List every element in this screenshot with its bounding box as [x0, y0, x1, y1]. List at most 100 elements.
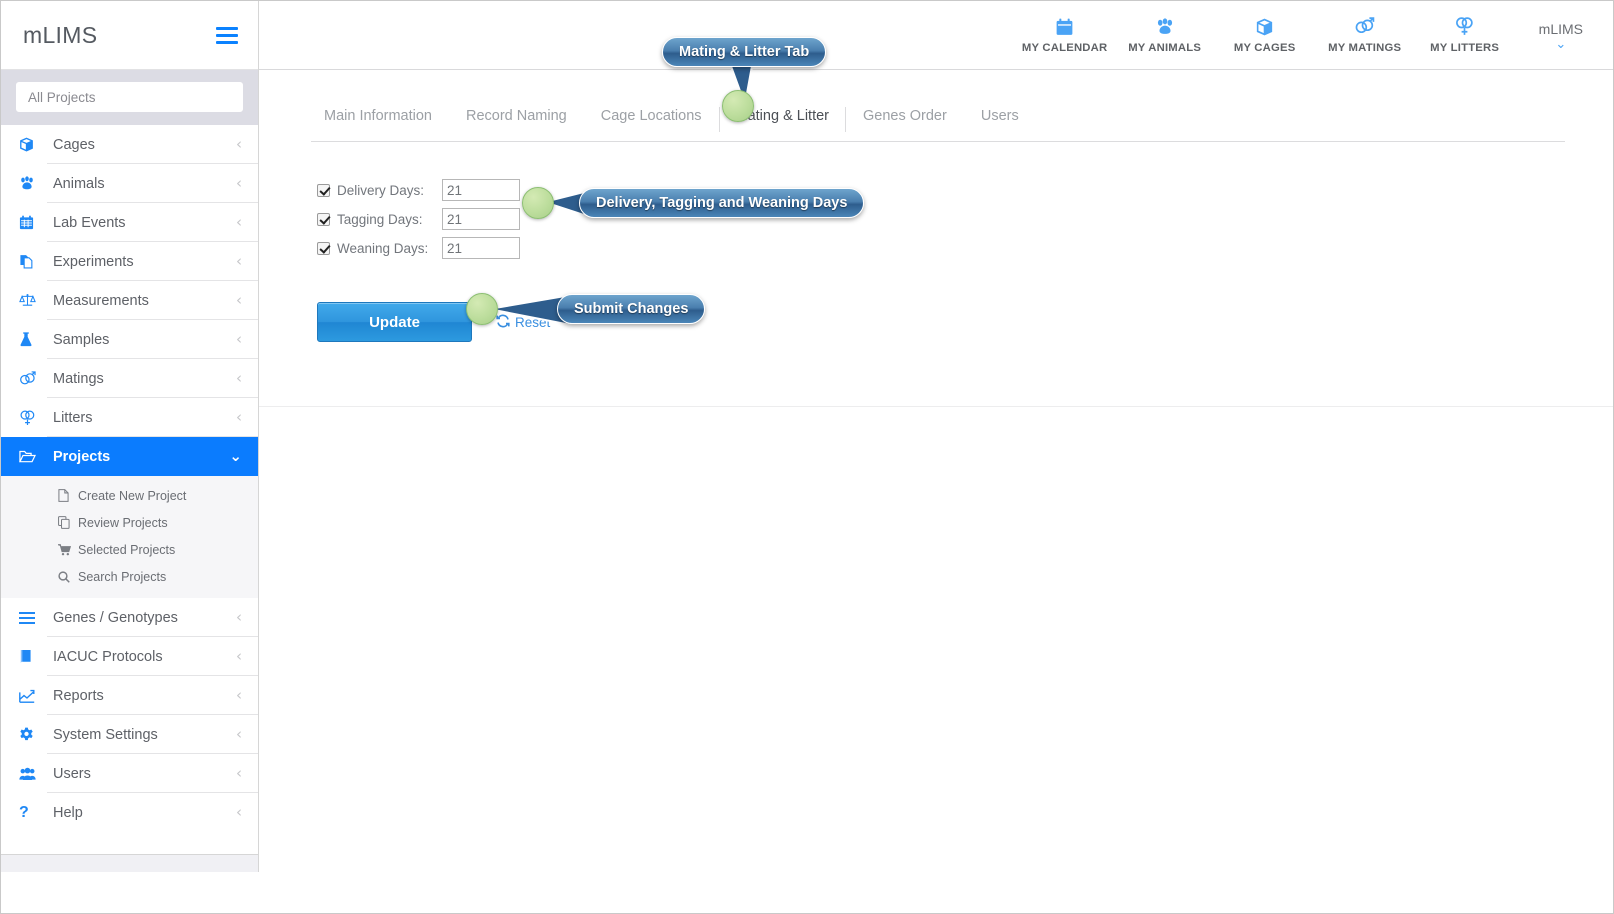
chevron-left-icon: ‹: [236, 135, 242, 153]
delivery-days-checkbox[interactable]: [317, 183, 330, 197]
sidebar-item-iacuc-protocols[interactable]: IACUC Protocols ‹: [1, 637, 258, 676]
tagging-days-label: Tagging Days:: [337, 211, 423, 227]
sidebar-item-label: Users: [53, 765, 91, 782]
sidebar-item-animals[interactable]: Animals ‹: [1, 164, 258, 203]
sidebar-item-label: Lab Events: [53, 214, 126, 231]
paw-icon: [19, 176, 45, 191]
sidebar-item-label: Matings: [53, 370, 104, 387]
weaning-days-input[interactable]: [442, 237, 520, 259]
search-icon: [58, 570, 78, 583]
delivery-days-label: Delivery Days:: [337, 182, 425, 198]
weaning-days-checkbox[interactable]: [317, 241, 330, 255]
sidebar-item-genes-genotypes[interactable]: Genes / Genotypes ‹: [1, 598, 258, 637]
top-link-label: MY CAGES: [1233, 41, 1296, 54]
sidebar-item-label: Experiments: [53, 253, 134, 270]
chevron-left-icon: ‹: [236, 647, 242, 665]
callout-text: Submit Changes: [574, 301, 689, 317]
chart-icon: [19, 689, 45, 703]
sidebar-bottom-strip: [1, 855, 259, 872]
tagging-days-checkbox[interactable]: [317, 212, 330, 226]
chevron-left-icon: ‹: [236, 408, 242, 426]
sidebar-item-label: Genes / Genotypes: [53, 609, 178, 626]
top-link-my-litters[interactable]: MY LITTERS: [1415, 17, 1515, 54]
chevron-down-icon: ⌄: [1555, 36, 1567, 52]
search-input[interactable]: [15, 81, 244, 113]
sidebar-item-users[interactable]: Users ‹: [1, 754, 258, 793]
chevron-left-icon: ‹: [236, 803, 242, 821]
list-icon: [19, 611, 45, 624]
tagging-days-input[interactable]: [442, 208, 520, 230]
sidebar-item-help[interactable]: ? Help ‹: [1, 793, 258, 832]
chevron-left-icon: ‹: [236, 369, 242, 387]
sidebar-item-measurements[interactable]: Measurements ‹: [1, 281, 258, 320]
callout-dot-mating-litter-tab: [722, 90, 754, 122]
sidebar-subitem-label: Selected Projects: [78, 542, 176, 557]
sidebar-item-label: Cages: [53, 136, 95, 153]
sidebar-item-label: Measurements: [53, 292, 149, 309]
sidebar-item-label: System Settings: [53, 726, 158, 743]
sidebar-brand-bar: mLIMS: [1, 1, 258, 70]
top-link-my-animals[interactable]: MY ANIMALS: [1115, 17, 1215, 54]
sidebar-item-label: Reports: [53, 687, 104, 704]
chevron-left-icon: ‹: [236, 213, 242, 231]
chevron-left-icon: ‹: [236, 174, 242, 192]
top-link-my-matings[interactable]: MY MATINGS: [1315, 17, 1415, 54]
sidebar-subitem-label: Search Projects: [78, 569, 167, 584]
document-icon: [19, 254, 45, 269]
cart-icon: [58, 543, 78, 556]
update-button[interactable]: Update: [317, 302, 472, 342]
litter-icon: [19, 410, 45, 426]
callout-text: Delivery, Tagging and Weaning Days: [596, 195, 848, 211]
litter-icon: [1454, 17, 1475, 37]
tab-cage-locations[interactable]: Cage Locations: [584, 108, 719, 133]
users-icon: [19, 767, 45, 781]
sidebar-item-system-settings[interactable]: System Settings ‹: [1, 715, 258, 754]
sidebar-item-label: Projects: [53, 448, 111, 465]
delivery-days-input[interactable]: [442, 179, 520, 201]
chevron-down-icon: ⌄: [229, 447, 242, 465]
top-link-label: MY MATINGS: [1328, 41, 1402, 54]
tab-users[interactable]: Users: [964, 108, 1036, 133]
tab-main-information[interactable]: Main Information: [307, 108, 449, 133]
sidebar-item-experiments[interactable]: Experiments ‹: [1, 242, 258, 281]
sidebar-item-litters[interactable]: Litters ‹: [1, 398, 258, 437]
main-content: Main Information Record Naming Cage Loca…: [259, 70, 1613, 913]
sidebar-search-wrapper: [1, 70, 258, 125]
file-icon: [58, 489, 78, 502]
sidebar-item-reports[interactable]: Reports ‹: [1, 676, 258, 715]
tab-label: Users: [980, 108, 1019, 124]
callout-text: Mating & Litter Tab: [679, 44, 810, 60]
sidebar: mLIMS Cages ‹ Animals ‹: [1, 1, 259, 855]
sidebar-item-samples[interactable]: Samples ‹: [1, 320, 258, 359]
form-row-delivery-days: Delivery Days:: [317, 176, 1613, 204]
callout-bubble-submit-changes: Submit Changes: [557, 294, 706, 324]
callout-dot-submit-changes: [466, 293, 498, 325]
sidebar-item-lab-events[interactable]: Lab Events ‹: [1, 203, 258, 242]
sidebar-subitem-label: Create New Project: [78, 488, 187, 503]
sidebar-nav: Cages ‹ Animals ‹ Lab Events ‹ Experimen…: [1, 125, 258, 832]
chevron-left-icon: ‹: [236, 252, 242, 270]
sidebar-subitem-selected-projects[interactable]: Selected Projects: [1, 536, 258, 563]
sidebar-subitem-create-new-project[interactable]: Create New Project: [1, 482, 258, 509]
chevron-left-icon: ‹: [236, 686, 242, 704]
sidebar-item-label: Animals: [53, 175, 105, 192]
chevron-left-icon: ‹: [236, 608, 242, 626]
book-icon: [19, 649, 45, 664]
sidebar-item-cages[interactable]: Cages ‹: [1, 125, 258, 164]
calendar-icon: [1055, 17, 1074, 37]
sidebar-item-projects[interactable]: Projects ⌄: [1, 437, 258, 476]
brand-title: mLIMS: [23, 21, 98, 48]
top-link-my-cages[interactable]: MY CAGES: [1215, 17, 1315, 54]
tab-label: Genes Order: [863, 108, 947, 124]
sidebar-subitem-search-projects[interactable]: Search Projects: [1, 563, 258, 590]
user-menu[interactable]: mLIMS ⌄: [1539, 21, 1583, 52]
cube-icon: [1255, 17, 1274, 37]
sidebar-item-label: IACUC Protocols: [53, 648, 163, 665]
top-link-my-calendar[interactable]: MY CALENDAR: [1015, 17, 1115, 54]
sidebar-subitem-review-projects[interactable]: Review Projects: [1, 509, 258, 536]
hamburger-icon[interactable]: [216, 26, 238, 44]
tab-genes-order[interactable]: Genes Order: [846, 108, 964, 133]
sidebar-item-matings[interactable]: Matings ‹: [1, 359, 258, 398]
tab-record-naming[interactable]: Record Naming: [449, 108, 584, 133]
calendar-icon: [19, 215, 45, 230]
